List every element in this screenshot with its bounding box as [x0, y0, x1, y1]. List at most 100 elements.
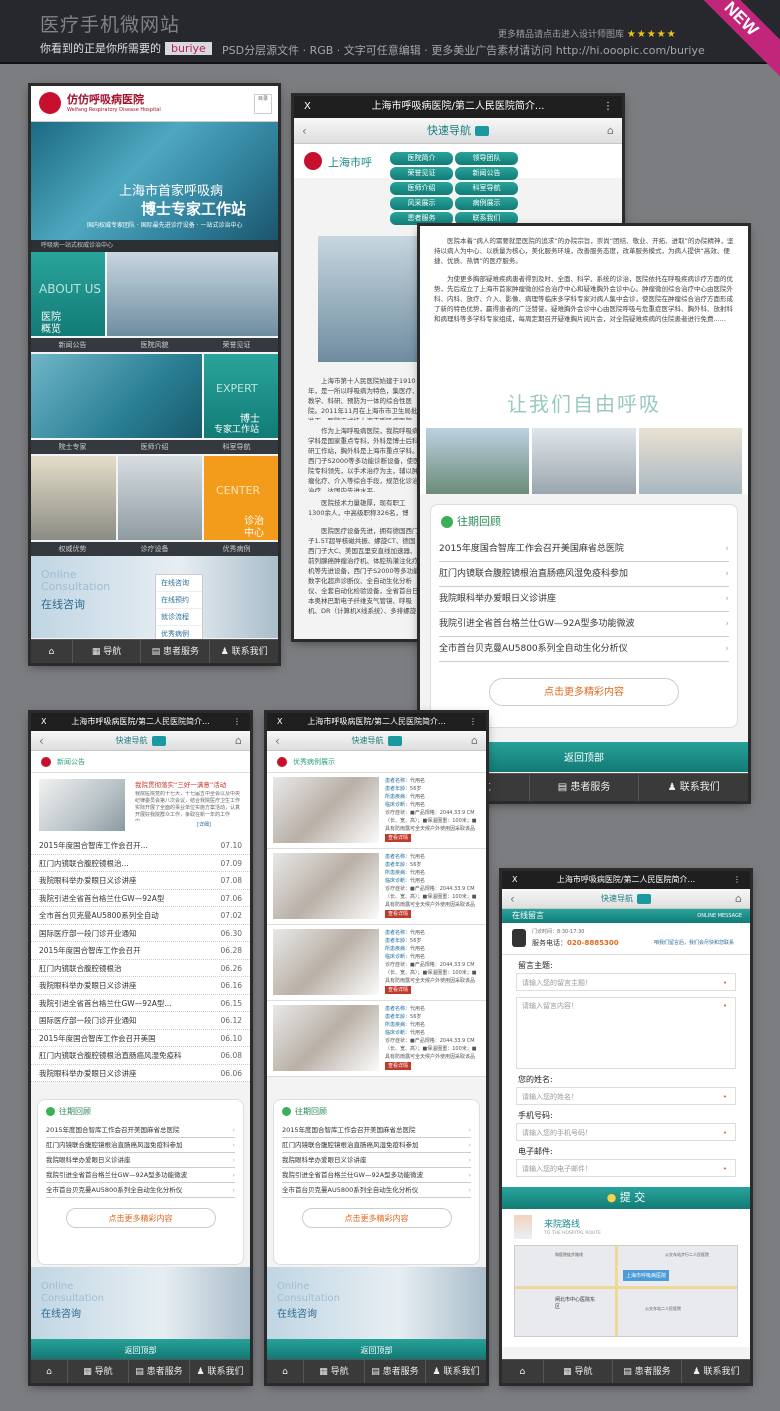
promo-link[interactable]: 更多精品请点击进入设计师图库 ★★★★★	[498, 27, 677, 40]
quick-nav-button[interactable]: 快速导航	[352, 735, 402, 746]
news-row[interactable]: 2015年度国合智库工作会召开美国 06.10	[31, 1029, 250, 1047]
footer-nav-button[interactable]: ▦ 导航	[73, 640, 142, 663]
back-icon[interactable]: ‹	[510, 889, 515, 909]
close-icon[interactable]: X	[512, 871, 517, 889]
quick-nav-button[interactable]: 快速导航	[116, 735, 166, 746]
footer-service-button[interactable]: ▤ 患者服务	[365, 1360, 426, 1383]
news-row[interactable]: 我院眼科举办爱眼日义诊讲座 06.06	[31, 1064, 250, 1082]
review-item[interactable]: 肛门内镜联合腹腔镜根治直肠癌风湿免疫科参加	[282, 1138, 471, 1153]
news-row[interactable]: 我院引进全省首台格兰仕GW—92A型... 06.15	[31, 994, 250, 1012]
footer-contact-button[interactable]: ♟ 联系我们	[639, 774, 748, 801]
more-icon[interactable]: ⋮	[603, 96, 613, 118]
news-row[interactable]: 全市首台贝克曼AU5800系列全自动 07.02	[31, 907, 250, 925]
back-icon[interactable]: ‹	[275, 731, 280, 751]
case-detail-button[interactable]: 查看详情	[385, 1062, 412, 1070]
footer-home-button[interactable]: ⌂	[31, 1360, 68, 1383]
news-more-link[interactable]: [详细]	[197, 821, 211, 828]
case-item[interactable]: 患者名称：代用名 患者年龄：56岁 所患疾病：代用名 临床诊断：代用名 诊疗症状：■产品…	[267, 849, 486, 925]
review-item[interactable]: 我院引进全省首台格兰仕GW—92A型多功能微波	[282, 1168, 471, 1183]
tile-expert[interactable]: EXPERT 博士 专家工作站	[204, 354, 278, 438]
load-more-button[interactable]: 点击更多精彩内容	[301, 1208, 452, 1228]
close-icon[interactable]: X	[277, 713, 282, 731]
quick-nav-button[interactable]: 快速导航	[427, 124, 489, 137]
consult-menu-item[interactable]: 在线咨询	[156, 575, 202, 592]
news-row[interactable]: 肛门内镜联合腹腔镜根治 06.26	[31, 959, 250, 977]
tile-about[interactable]: ABOUT US 医院 概览	[31, 252, 105, 336]
back-to-top-button[interactable]: 返回顶部	[31, 1339, 250, 1359]
case-item[interactable]: 患者名称：代用名 患者年龄：56岁 所患疾病：代用名 临床诊断：代用名 诊疗症状：■产品…	[267, 925, 486, 1001]
footer-home-button[interactable]: ⌂	[31, 640, 73, 663]
home-icon[interactable]: ⌂	[735, 889, 742, 909]
footer-home-button[interactable]: ⌂	[502, 1360, 544, 1383]
menu-item[interactable]: 领导团队	[455, 152, 518, 165]
more-icon[interactable]: ⋮	[733, 871, 741, 889]
consult-banner[interactable]: Online Consultation 在线咨询	[267, 1267, 486, 1339]
review-item[interactable]: 我院眼科举办爱眼日义诊讲座	[439, 587, 729, 612]
news-row[interactable]: 我院眼科举办爱眼日义诊讲座 07.08	[31, 872, 250, 890]
load-more-button[interactable]: 点击更多精彩内容	[489, 678, 679, 706]
review-item[interactable]: 我院眼科举办爱眼日义诊讲座	[46, 1153, 235, 1168]
gallery-photo[interactable]	[638, 428, 742, 494]
back-icon[interactable]: ‹	[302, 118, 307, 144]
news-row[interactable]: 我院引进全省首台格兰仕GW—92A型 07.06	[31, 889, 250, 907]
review-item[interactable]: 我院引进全省首台格兰仕GW—92A型多功能微波	[46, 1168, 235, 1183]
menu-item[interactable]: 风采展示	[390, 197, 453, 210]
phone-input[interactable]: 请输入您的手机号码！	[516, 1123, 736, 1142]
news-row[interactable]: 2015年度国合智库工作会召开 06.28	[31, 942, 250, 960]
case-item[interactable]: 患者名称：代用名 患者年龄：56岁 所患疾病：代用名 临床诊断：代用名 诊疗症状：■产品…	[267, 1001, 486, 1077]
footer-service-button[interactable]: ▤ 患者服务	[141, 640, 211, 663]
news-row[interactable]: 肛门内镜联合腹腔镜根治... 07.09	[31, 854, 250, 872]
menu-item[interactable]: 荣誉见证	[390, 167, 453, 180]
gallery-photo[interactable]	[532, 428, 636, 494]
home-icon[interactable]: ⌂	[471, 731, 478, 751]
footer-service-button[interactable]: ▤ 患者服务	[613, 1360, 682, 1383]
review-item[interactable]: 2015年度国合智库工作会召开美国麻省总医院	[46, 1123, 235, 1138]
review-item[interactable]: 全市首台贝克曼AU5800系列全自动生化分析仪	[46, 1183, 235, 1198]
menu-button[interactable]: 目录	[254, 94, 272, 114]
load-more-button[interactable]: 点击更多精彩内容	[65, 1208, 216, 1228]
footer-nav-button[interactable]: ▦ 导航	[304, 1360, 365, 1383]
consult-menu-item[interactable]: 在线预约	[156, 592, 202, 609]
footer-home-button[interactable]: ⌂	[267, 1360, 304, 1383]
news-feature[interactable]: 我院贯彻落实“三好一满意”活动 我院医院党的十七大，十七届五中全会以及中央纪律委…	[31, 773, 250, 837]
back-to-top-button[interactable]: 返回顶部	[267, 1339, 486, 1359]
footer-nav-button[interactable]: ▦ 导航	[544, 1360, 613, 1383]
email-input[interactable]: 请输入您的电子邮件！	[516, 1159, 736, 1178]
case-detail-button[interactable]: 查看详情	[385, 986, 412, 994]
menu-item[interactable]: 联系我们	[455, 212, 518, 225]
review-item[interactable]: 2015年度国合智库工作会召开美国麻省总医院	[282, 1123, 471, 1138]
footer-contact-button[interactable]: ♟ 联系我们	[682, 1360, 750, 1383]
review-item[interactable]: 全市首台贝克曼AU5800系列全自动生化分析仪	[282, 1183, 471, 1198]
footer-contact-button[interactable]: ♟ 联系我们	[190, 1360, 250, 1383]
footer-nav-button[interactable]: ▦ 导航	[68, 1360, 129, 1383]
footer-contact-button[interactable]: ♟ 联系我们	[210, 640, 278, 663]
menu-item[interactable]: 医师介绍	[390, 182, 453, 195]
footer-contact-button[interactable]: ♟ 联系我们	[426, 1360, 486, 1383]
menu-item[interactable]: 新闻公告	[455, 167, 518, 180]
close-icon[interactable]: X	[41, 713, 46, 731]
menu-item[interactable]: 患者服务	[390, 212, 453, 225]
review-item[interactable]: 全市首台贝克曼AU5800系列全自动生化分析仪	[439, 637, 729, 662]
gallery-photo[interactable]	[426, 428, 530, 494]
review-item[interactable]: 2015年度国合智库工作会召开美国麻省总医院	[439, 537, 729, 562]
news-row[interactable]: 我院眼科举办爱眼日义诊讲座 06.16	[31, 977, 250, 995]
home-icon[interactable]: ⌂	[607, 118, 614, 144]
news-row[interactable]: 2015年度国合智库工作会召开... 07.10	[31, 837, 250, 855]
more-icon[interactable]: ⋮	[469, 713, 477, 731]
case-detail-button[interactable]: 查看详情	[385, 834, 412, 842]
review-item[interactable]: 肛门内镜联合腹腔镜根治直肠癌风湿免疫科参加	[439, 562, 729, 587]
menu-item[interactable]: 病例展示	[455, 197, 518, 210]
subject-input[interactable]: 请输入您的留言主题！	[516, 973, 736, 992]
consult-banner[interactable]: Online Consultation 在线咨询 在线咨询 在线预约 就诊流程 …	[31, 556, 278, 643]
back-icon[interactable]: ‹	[39, 731, 44, 751]
tile-center[interactable]: CENTER 诊治 中心	[204, 456, 278, 540]
case-item[interactable]: 患者名称：代用名 患者年龄：56岁 所患疾病：代用名 临床诊断：代用名 诊疗症状：■产品…	[267, 773, 486, 849]
home-icon[interactable]: ⌂	[235, 731, 242, 751]
review-item[interactable]: 我院引进全省首台格兰仕GW—92A型多功能微波	[439, 612, 729, 637]
name-input[interactable]: 请输入您的姓名！	[516, 1087, 736, 1106]
menu-item[interactable]: 医院简介	[390, 152, 453, 165]
news-row[interactable]: 国际医疗部一段门诊开业通知 06.12	[31, 1012, 250, 1030]
footer-service-button[interactable]: ▤ 患者服务	[129, 1360, 190, 1383]
more-icon[interactable]: ⋮	[233, 713, 241, 731]
quick-nav-button[interactable]: 快速导航	[601, 893, 651, 904]
